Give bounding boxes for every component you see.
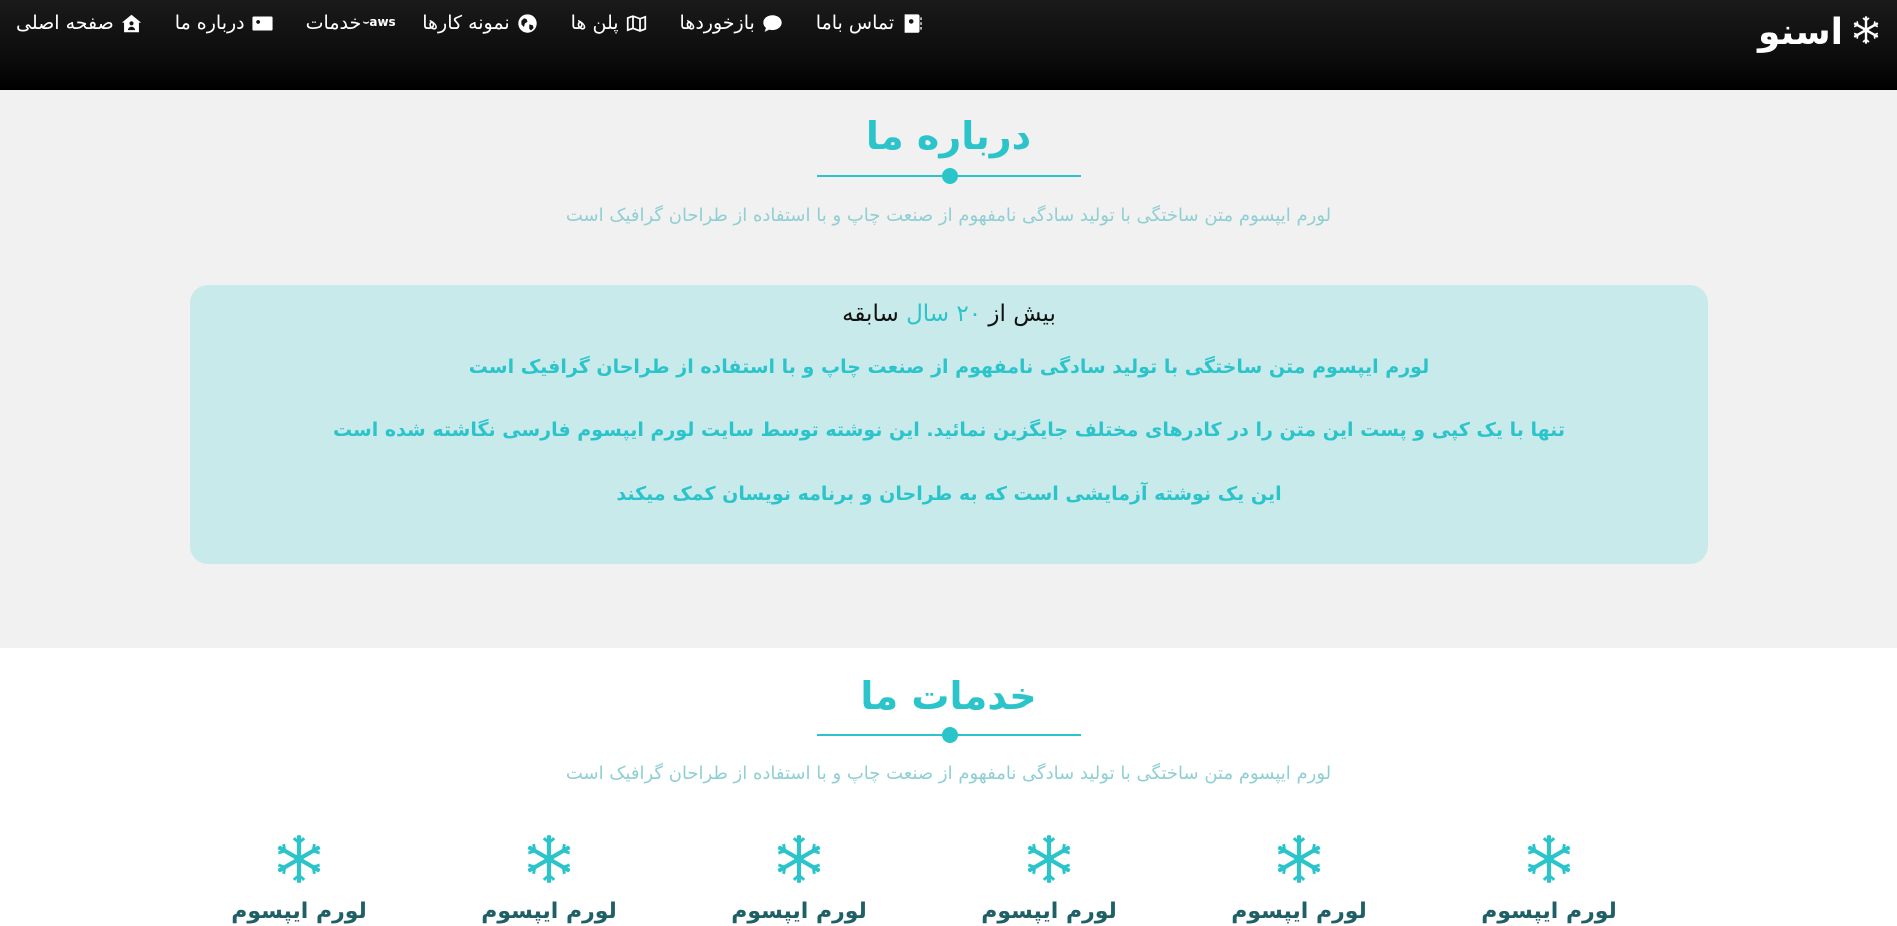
service-card[interactable]: لورم ایپسوم — [469, 833, 629, 924]
about-section: درباره ما لورم ایپسوم متن ساختگی با تولی… — [0, 90, 1897, 648]
service-card[interactable]: لورم ایپسوم — [969, 833, 1129, 924]
experience-card: بیش از ۲۰ سال سابقه لورم ایپسوم متن ساخت… — [190, 285, 1708, 564]
experience-line: لورم ایپسوم متن ساختگی با تولید سادگی نا… — [468, 356, 1430, 378]
nav-item-contact[interactable]: تماس باما — [816, 12, 923, 34]
aws-icon: aws ⌣ — [362, 15, 396, 30]
brand-logo[interactable]: اسنو — [1758, 12, 1881, 53]
service-title: لورم ایپسوم — [1481, 899, 1617, 924]
snowflake-icon — [219, 833, 379, 889]
map-icon — [626, 12, 648, 34]
experience-heading-prefix: بیش از — [981, 301, 1056, 327]
divider-dot — [942, 168, 958, 184]
top-navbar: اسنو صفحه اصلی درباره ما aws ⌣ خدمات نمون… — [0, 0, 1897, 90]
nav-item-label: خدمات — [305, 12, 362, 34]
title-divider — [817, 168, 1081, 184]
nav-item-label: تماس باما — [815, 12, 895, 34]
experience-heading-suffix: سابقه — [842, 301, 907, 327]
brand-name: اسنو — [1757, 12, 1843, 53]
service-card[interactable]: لورم ایپسوم — [219, 833, 379, 924]
service-card[interactable]: لورم ایپسوم — [719, 833, 879, 924]
title-divider — [817, 727, 1081, 743]
nav-item-testimonials[interactable]: بازخوردها — [680, 12, 784, 34]
nav-item-label: درباره ما — [174, 12, 245, 34]
snowflake-icon — [969, 833, 1129, 889]
experience-line: این یک نوشته آزمایشی است که به طراحان و … — [616, 483, 1282, 505]
nav-item-label: نمونه کارها — [422, 12, 510, 34]
service-title: لورم ایپسوم — [981, 899, 1117, 924]
service-title: لورم ایپسوم — [481, 899, 617, 924]
nav-item-home[interactable]: صفحه اصلی — [16, 12, 143, 34]
snowflake-icon — [1851, 15, 1881, 50]
divider-dot — [942, 727, 958, 743]
nav-item-label: پلن ها — [570, 12, 619, 34]
globe-icon — [517, 12, 539, 34]
snowflake-icon — [469, 833, 629, 889]
address-book-icon — [901, 12, 923, 34]
nav-item-label: صفحه اصلی — [16, 12, 114, 34]
services-section: خدمات ما لورم ایپسوم متن ساختگی با تولید… — [0, 648, 1897, 926]
comment-icon — [762, 12, 784, 34]
nav-item-about[interactable]: درباره ما — [175, 12, 274, 34]
experience-heading: بیش از ۲۰ سال سابقه — [190, 301, 1708, 327]
service-title: لورم ایپسوم — [1231, 899, 1367, 924]
experience-line: تنها با یک کپی و پست این متن را در کادره… — [332, 419, 1566, 441]
nav-item-label: بازخوردها — [679, 12, 755, 34]
about-title: درباره ما — [865, 114, 1032, 158]
services-subtitle: لورم ایپسوم متن ساختگی با تولید سادگی نا… — [565, 763, 1332, 784]
main-nav: صفحه اصلی درباره ما aws ⌣ خدمات نمونه کار… — [16, 12, 923, 34]
id-card-icon — [252, 12, 274, 34]
services-title: خدمات ما — [860, 674, 1037, 718]
service-card[interactable]: لورم ایپسوم — [1219, 833, 1379, 924]
snowflake-icon — [1219, 833, 1379, 889]
nav-item-portfolio[interactable]: نمونه کارها — [422, 12, 538, 34]
service-title: لورم ایپسوم — [731, 899, 867, 924]
nav-item-plans[interactable]: پلن ها — [571, 12, 648, 34]
service-card[interactable]: لورم ایپسوم — [1469, 833, 1629, 924]
snowflake-icon — [719, 833, 879, 889]
house-user-icon — [121, 12, 143, 34]
nav-item-services[interactable]: aws ⌣ خدمات — [305, 12, 396, 34]
experience-years: ۲۰ سال — [906, 301, 982, 327]
service-title: لورم ایپسوم — [231, 899, 367, 924]
snowflake-icon — [1469, 833, 1629, 889]
about-subtitle: لورم ایپسوم متن ساختگی با تولید سادگی نا… — [565, 205, 1332, 226]
